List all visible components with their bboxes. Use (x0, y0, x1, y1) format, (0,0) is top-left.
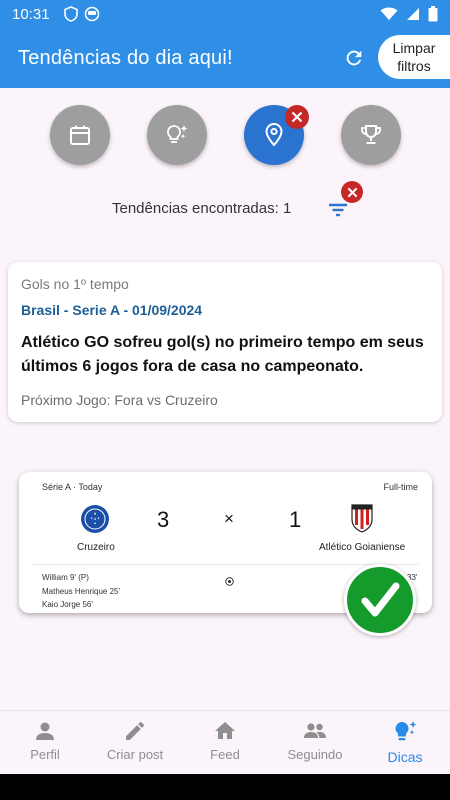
close-icon (347, 187, 357, 197)
trophy-icon (361, 125, 381, 144)
shield-icon (63, 6, 78, 22)
score-separator: × (224, 509, 234, 528)
nav-item-criar-post[interactable]: Criar post (90, 719, 180, 762)
app-bar: Tendências do dia aqui! Limpar filtros (0, 28, 450, 88)
cruzeiro-crest-icon (80, 504, 110, 534)
match-status: Full-time (383, 482, 418, 492)
success-check-icon (344, 564, 416, 636)
calendar-filter-button[interactable] (50, 105, 110, 165)
people-icon (304, 723, 326, 738)
nav-item-seguindo[interactable]: Seguindo (270, 719, 360, 762)
trophy-filter-button[interactable] (341, 105, 401, 165)
tips-filter-button[interactable] (147, 105, 207, 165)
home-team-name: Cruzeiro (77, 542, 115, 553)
away-score: 1 (289, 507, 302, 532)
nav-item-feed[interactable]: Feed (180, 719, 270, 762)
wifi-icon (380, 7, 398, 20)
match-divider (33, 564, 419, 565)
home-score: 3 (157, 507, 170, 532)
results-count: Tendências encontradas: 1 (112, 200, 292, 217)
status-bar: 10:31 (0, 0, 450, 28)
nav-item-perfil[interactable]: Perfil (0, 719, 90, 762)
scorer-3: Kaio Jorge 56' (42, 600, 93, 609)
nav-label-perfil: Perfil (30, 747, 60, 762)
trend-card[interactable]: Gols no 1º tempo Brasil - Serie A - 01/0… (8, 262, 442, 422)
trend-category: Gols no 1º tempo (21, 276, 129, 292)
match-competition: Série A · Today (42, 482, 103, 492)
remove-location-filter-button[interactable] (285, 105, 309, 129)
nav-label-seguindo: Seguindo (287, 747, 343, 762)
next-game: Próximo Jogo: Fora vs Cruzeiro (21, 392, 218, 408)
away-team-name: Atlético Goianiense (319, 542, 406, 553)
app-notification-icon (84, 6, 99, 22)
close-icon (291, 111, 303, 123)
clear-filters-button[interactable]: Limpar filtros (378, 35, 450, 79)
system-navigation-bar (0, 774, 450, 800)
refresh-icon (346, 50, 362, 66)
clear-filter-list-button[interactable] (341, 181, 363, 203)
bottom-navigation: Perfil Criar post Feed Seguindo Dicas (0, 710, 450, 774)
person-icon (36, 722, 54, 740)
trend-league-date: Brasil - Serie A - 01/09/2024 (21, 302, 203, 318)
calendar-icon (70, 125, 90, 145)
refresh-button[interactable] (338, 42, 370, 74)
nav-item-dicas[interactable]: Dicas (360, 719, 450, 765)
nav-label-criar-post: Criar post (106, 747, 164, 762)
page-title: Tendências do dia aqui! (18, 46, 233, 69)
pencil-icon (126, 721, 144, 740)
location-pin-icon (265, 122, 283, 147)
battery-icon (428, 6, 438, 22)
status-time: 10:31 (12, 5, 50, 23)
signal-icon (407, 8, 419, 20)
nav-label-feed: Feed (210, 747, 240, 762)
atletico-go-crest-icon (350, 503, 374, 533)
trend-description: Atlético GO sofreu gol(s) no primeiro te… (21, 334, 424, 375)
scorer-2: Matheus Henrique 25' (42, 587, 121, 596)
lightbulb-icon (395, 721, 417, 741)
nav-label-dicas: Dicas (387, 749, 423, 765)
soccer-ball-icon (225, 573, 234, 591)
lightbulb-sparkle-icon (167, 125, 188, 143)
scorer-1: William 9' (P) (42, 573, 89, 582)
home-icon (215, 722, 235, 739)
